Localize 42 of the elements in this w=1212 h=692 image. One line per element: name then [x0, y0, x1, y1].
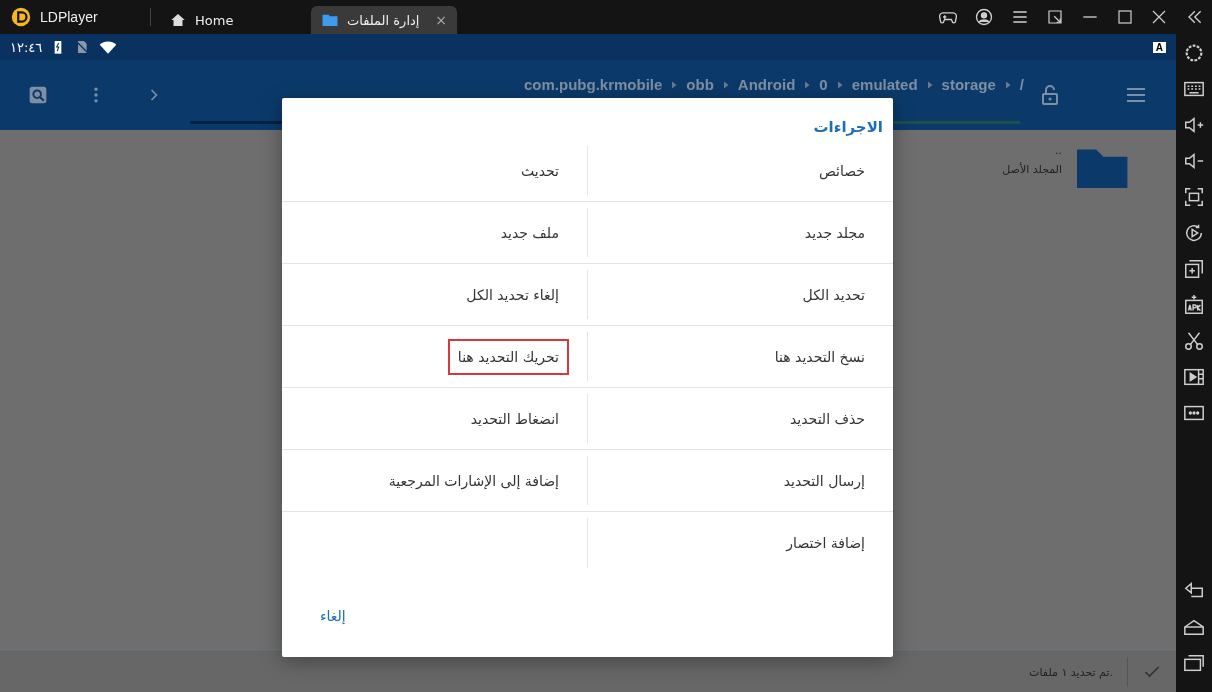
settings-icon[interactable]: [1183, 42, 1205, 64]
keyboard-badge: A: [1152, 41, 1166, 53]
resize-icon[interactable]: [1046, 8, 1064, 26]
menu-item[interactable]: ملف جديد: [490, 214, 569, 251]
menu-item[interactable]: إضافة إلى الإشارات المرجعية: [378, 462, 569, 499]
app-name: LDPlayer: [40, 9, 98, 25]
tab[interactable]: Home: [159, 6, 299, 34]
menu-item[interactable]: إرسال التحديد: [773, 462, 875, 499]
user-icon[interactable]: [974, 7, 994, 27]
menu-item[interactable]: حذف التحديد: [780, 400, 875, 437]
cancel-button[interactable]: إلغاء: [312, 601, 354, 630]
tab[interactable]: إدارة الملفات ×: [311, 6, 457, 34]
search-icon[interactable]: [28, 85, 48, 105]
file-name: ..: [1055, 144, 1062, 157]
logo-icon: [10, 6, 32, 28]
menu-item[interactable]: إضافة اختصار: [776, 525, 875, 561]
selection-message: تم تحديد ١ ملفات.: [1029, 665, 1113, 679]
clock: ١٢:٤٦: [10, 39, 43, 55]
menu-item[interactable]: انضغاط التحديد: [460, 400, 569, 437]
close-icon[interactable]: [1150, 8, 1168, 26]
replay-icon[interactable]: [1183, 222, 1205, 244]
home-icon: [169, 11, 187, 29]
apk-icon[interactable]: [1183, 294, 1205, 316]
volume-down-icon[interactable]: [1183, 150, 1205, 172]
scissors-icon[interactable]: [1183, 330, 1205, 352]
add-window-icon[interactable]: [1183, 258, 1205, 280]
menu-item[interactable]: مجلد جديد: [794, 214, 875, 251]
recents-icon[interactable]: [1183, 652, 1205, 674]
volume-up-icon[interactable]: [1183, 114, 1205, 136]
maximize-icon[interactable]: [1116, 8, 1134, 26]
menu-item[interactable]: خصائص: [808, 152, 875, 189]
menu-item[interactable]: نسخ التحديد هنا: [764, 338, 875, 375]
menu-item[interactable]: تحديث: [511, 152, 569, 189]
wifi-icon: [98, 38, 119, 56]
menu-item[interactable]: تحريك التحديد هنا: [447, 338, 569, 375]
dialog-title: الاجراءات: [813, 117, 884, 138]
close-tab-button[interactable]: ×: [435, 12, 447, 28]
file-description: المجلد الأصل: [1002, 163, 1062, 176]
video-icon[interactable]: [1183, 366, 1205, 388]
menu-item[interactable]: إلغاء تحديد الكل: [456, 276, 569, 313]
menu-item[interactable]: تحديد الكل: [792, 276, 875, 313]
fullscreen-icon[interactable]: [1183, 186, 1205, 208]
